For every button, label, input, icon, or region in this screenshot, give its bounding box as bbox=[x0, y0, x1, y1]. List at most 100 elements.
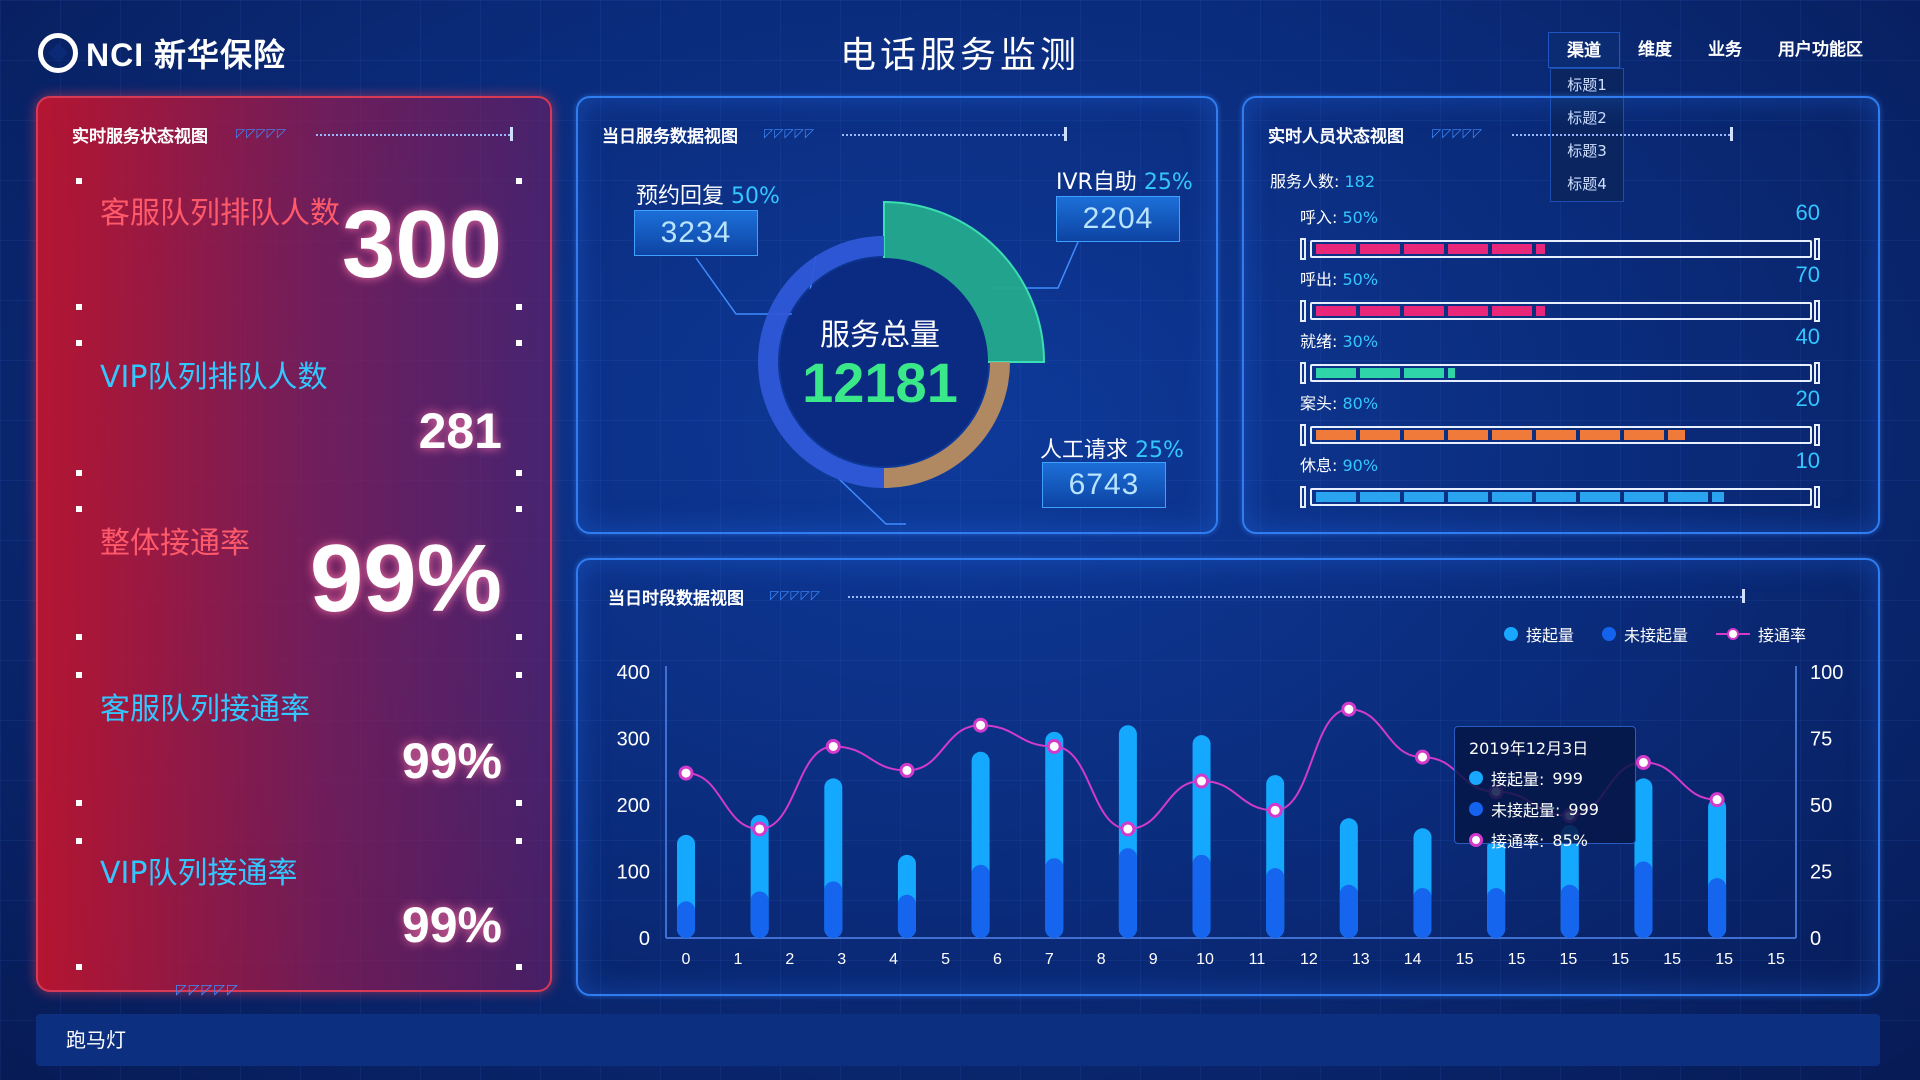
staff-count: 20 bbox=[1795, 386, 1820, 411]
segment-percent: 25% bbox=[1143, 170, 1193, 195]
staff-progress-fill bbox=[1316, 492, 1725, 502]
staff-row-label: 休息: 90% bbox=[1300, 452, 1378, 476]
tooltip-row: 未接起量: 999 bbox=[1469, 797, 1621, 821]
donut-center-value: 12181 bbox=[802, 351, 958, 414]
cs-rate-value: 99% bbox=[401, 733, 502, 789]
bar-unanswered bbox=[750, 891, 769, 938]
rate-point bbox=[678, 765, 694, 781]
x-tick-label: 12 bbox=[1300, 951, 1318, 968]
x-tick-label: 6 bbox=[993, 951, 1002, 968]
tooltip-value: 999 bbox=[1568, 799, 1599, 819]
title-end-mark bbox=[1730, 127, 1733, 141]
service-count: 服务人数: 182 bbox=[1270, 168, 1375, 192]
staff-percent: 50% bbox=[1342, 208, 1379, 227]
separator-dot bbox=[516, 634, 522, 640]
staff-row-label: 就绪: 30% bbox=[1300, 328, 1378, 352]
separator-dot bbox=[516, 800, 522, 806]
segment-label: IVR自助 25% bbox=[1056, 164, 1193, 196]
staff-percent: 30% bbox=[1342, 332, 1379, 351]
bar-cap bbox=[1814, 238, 1820, 260]
bar-unanswered bbox=[824, 881, 843, 938]
tooltip-dot-icon bbox=[1469, 802, 1483, 816]
bar-unanswered bbox=[1413, 888, 1432, 938]
menu-item-user-functions[interactable]: 用户功能区 bbox=[1760, 32, 1881, 68]
segment-percent: 50% bbox=[731, 184, 780, 209]
y-tick-label-right: 100 bbox=[1810, 662, 1843, 684]
rate-point bbox=[1341, 701, 1357, 717]
x-tick-label: 14 bbox=[1404, 951, 1422, 968]
x-tick-label: 15 bbox=[1456, 951, 1474, 968]
bar-cap bbox=[1814, 300, 1820, 322]
rate-point bbox=[1267, 802, 1283, 818]
staff-count: 60 bbox=[1795, 200, 1820, 225]
title-end-mark bbox=[510, 127, 513, 141]
x-tick-label: 9 bbox=[1149, 951, 1158, 968]
bar-unanswered bbox=[1634, 861, 1653, 938]
corner-decoration: ◸◸◸◸◸ bbox=[176, 982, 240, 998]
staff-label: 呼入: bbox=[1300, 208, 1338, 227]
vip-queue-label: VIP队列排队人数 bbox=[100, 360, 328, 395]
segment-name: IVR自助 bbox=[1056, 170, 1137, 195]
menu-item-business[interactable]: 业务 bbox=[1690, 32, 1760, 68]
staff-progress-fill bbox=[1316, 430, 1685, 440]
separator-dot bbox=[76, 340, 82, 346]
rate-point bbox=[1635, 754, 1651, 770]
menu-item-channel[interactable]: 渠道 bbox=[1548, 32, 1620, 68]
x-tick-label: 1 bbox=[733, 951, 742, 968]
rate-point bbox=[1709, 792, 1725, 808]
bar-cap bbox=[1300, 238, 1306, 260]
y-tick-label-right: 50 bbox=[1810, 795, 1832, 817]
segment-name: 预约回复 bbox=[636, 184, 725, 209]
bar-unanswered bbox=[1045, 858, 1064, 938]
segment-label: 预约回复 50% bbox=[636, 178, 780, 210]
menu-item-dimension[interactable]: 维度 bbox=[1620, 32, 1690, 68]
staff-percent: 90% bbox=[1342, 456, 1379, 475]
x-tick-label: 5 bbox=[941, 951, 950, 968]
bar-unanswered bbox=[677, 901, 695, 938]
bar-unanswered bbox=[1487, 888, 1506, 938]
vip-queue-value: 281 bbox=[418, 403, 502, 459]
separator-dot bbox=[516, 964, 522, 970]
staff-progress-bar bbox=[1310, 426, 1812, 444]
service-count-label: 服务人数: bbox=[1270, 172, 1340, 191]
overall-rate-label: 整体接通率 bbox=[100, 526, 250, 561]
tooltip-value: 999 bbox=[1552, 768, 1583, 788]
staff-progress-bar bbox=[1310, 302, 1812, 320]
separator-dot bbox=[516, 340, 522, 346]
staff-progress-fill bbox=[1316, 368, 1456, 378]
hourly-bar-line-chart: 400300200100010075502500 1 2 3 4 5 6 7 8 9 10 11 12 1… bbox=[617, 662, 1844, 968]
x-tick-label: 10 bbox=[1196, 951, 1214, 968]
staff-label: 呼出: bbox=[1300, 270, 1338, 289]
service-count-value: 182 bbox=[1344, 172, 1376, 191]
title-divider bbox=[316, 134, 510, 136]
vip-rate-value: 99% bbox=[401, 897, 502, 953]
staff-progress-bar bbox=[1310, 240, 1812, 258]
bar-unanswered bbox=[897, 894, 916, 938]
title-decoration: ◸◸◸◸◸ bbox=[1432, 126, 1484, 140]
separator-dot bbox=[76, 506, 82, 512]
rate-point bbox=[752, 821, 768, 837]
bar-cap bbox=[1300, 424, 1306, 446]
marquee-ticker: 跑马灯 bbox=[36, 1014, 1880, 1066]
tooltip-label: 接起量: bbox=[1491, 770, 1545, 789]
bar-cap bbox=[1300, 300, 1306, 322]
staff-label: 案头: bbox=[1300, 394, 1338, 413]
x-tick-label: 0 bbox=[682, 951, 691, 968]
separator-dot bbox=[76, 304, 82, 310]
separator-dot bbox=[76, 470, 82, 476]
separator-dot bbox=[76, 838, 82, 844]
y-tick-label-right: 25 bbox=[1810, 862, 1832, 884]
separator-dot bbox=[516, 178, 522, 184]
separator-dot bbox=[516, 506, 522, 512]
staff-count: 70 bbox=[1795, 262, 1820, 287]
staff-progress-fill bbox=[1316, 244, 1546, 254]
y-tick-label-right: 0 bbox=[1810, 928, 1821, 950]
bar-unanswered bbox=[1560, 884, 1579, 938]
cs-rate-label: 客服队列接通率 bbox=[100, 692, 310, 727]
segment-label: 人工请求 25% bbox=[1040, 432, 1184, 464]
x-tick-label: 11 bbox=[1249, 951, 1266, 968]
rate-point bbox=[1120, 821, 1136, 837]
rate-point bbox=[899, 762, 915, 778]
title-divider bbox=[1512, 134, 1730, 136]
cs-queue-value: 300 bbox=[341, 191, 502, 298]
